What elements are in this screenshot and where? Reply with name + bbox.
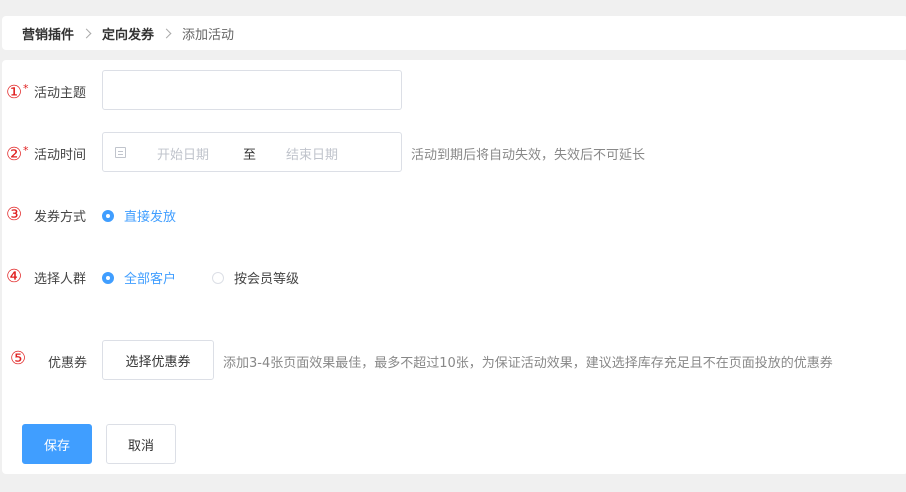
- theme-label: 活动主题: [34, 86, 87, 101]
- breadcrumb-item-add-activity: 添加活动: [182, 27, 235, 43]
- cancel-button[interactable]: 取消: [106, 424, 176, 464]
- coupon-hint: 添加3-4张页面效果最佳，最多不超过10张，为保证活动效果，建议选择库存充足且不…: [223, 356, 833, 371]
- range-separator: 至: [243, 148, 257, 163]
- radio-label: 按会员等级: [234, 272, 300, 287]
- calendar-icon: [115, 147, 126, 158]
- required-mark: *: [23, 82, 29, 95]
- radio-label: 全部客户: [124, 272, 177, 287]
- annotation-number-4: ④: [6, 266, 23, 287]
- radio-checked-icon: [102, 271, 114, 284]
- radio-checked-icon: [102, 209, 114, 222]
- radio-label: 直接发放: [124, 210, 177, 225]
- breadcrumb: 营销插件 定向发券 添加活动: [22, 16, 234, 50]
- radio-direct-issue[interactable]: 直接发放: [102, 206, 176, 225]
- annotation-number-5: ⑤: [10, 348, 27, 369]
- select-coupon-button[interactable]: 选择优惠券: [102, 340, 214, 380]
- radio-unchecked-icon: [212, 271, 224, 284]
- radio-by-member-level[interactable]: 按会员等级: [212, 268, 299, 287]
- issue-method-label: 发券方式: [34, 210, 87, 225]
- audience-label: 选择人群: [34, 272, 87, 287]
- time-hint: 活动到期后将自动失效，失效后不可延长: [411, 148, 646, 163]
- breadcrumb-item-marketing-plugin[interactable]: 营销插件: [22, 24, 74, 43]
- annotation-number-3: ③: [6, 204, 23, 225]
- theme-input[interactable]: [102, 70, 402, 110]
- start-date-input[interactable]: 开始日期: [157, 144, 209, 163]
- breadcrumb-item-targeted-coupon[interactable]: 定向发券: [102, 24, 154, 43]
- required-mark: *: [23, 144, 29, 157]
- save-button[interactable]: 保存: [22, 424, 92, 464]
- activity-form: ① * 活动主题 ② * 活动时间 开始日期 至 结束日期 活动到期后将自动失效…: [2, 60, 906, 474]
- time-label: 活动时间: [34, 148, 87, 163]
- chevron-right-icon: [161, 28, 172, 38]
- date-range-picker[interactable]: 开始日期 至 结束日期: [102, 132, 402, 172]
- radio-all-customers[interactable]: 全部客户: [102, 268, 176, 287]
- chevron-right-icon: [81, 28, 92, 38]
- annotation-number-1: ①: [6, 82, 23, 103]
- breadcrumb-bar: 营销插件 定向发券 添加活动: [2, 16, 906, 50]
- coupon-label: 优惠券: [48, 356, 88, 371]
- annotation-number-2: ②: [6, 144, 23, 165]
- end-date-input[interactable]: 结束日期: [286, 144, 338, 163]
